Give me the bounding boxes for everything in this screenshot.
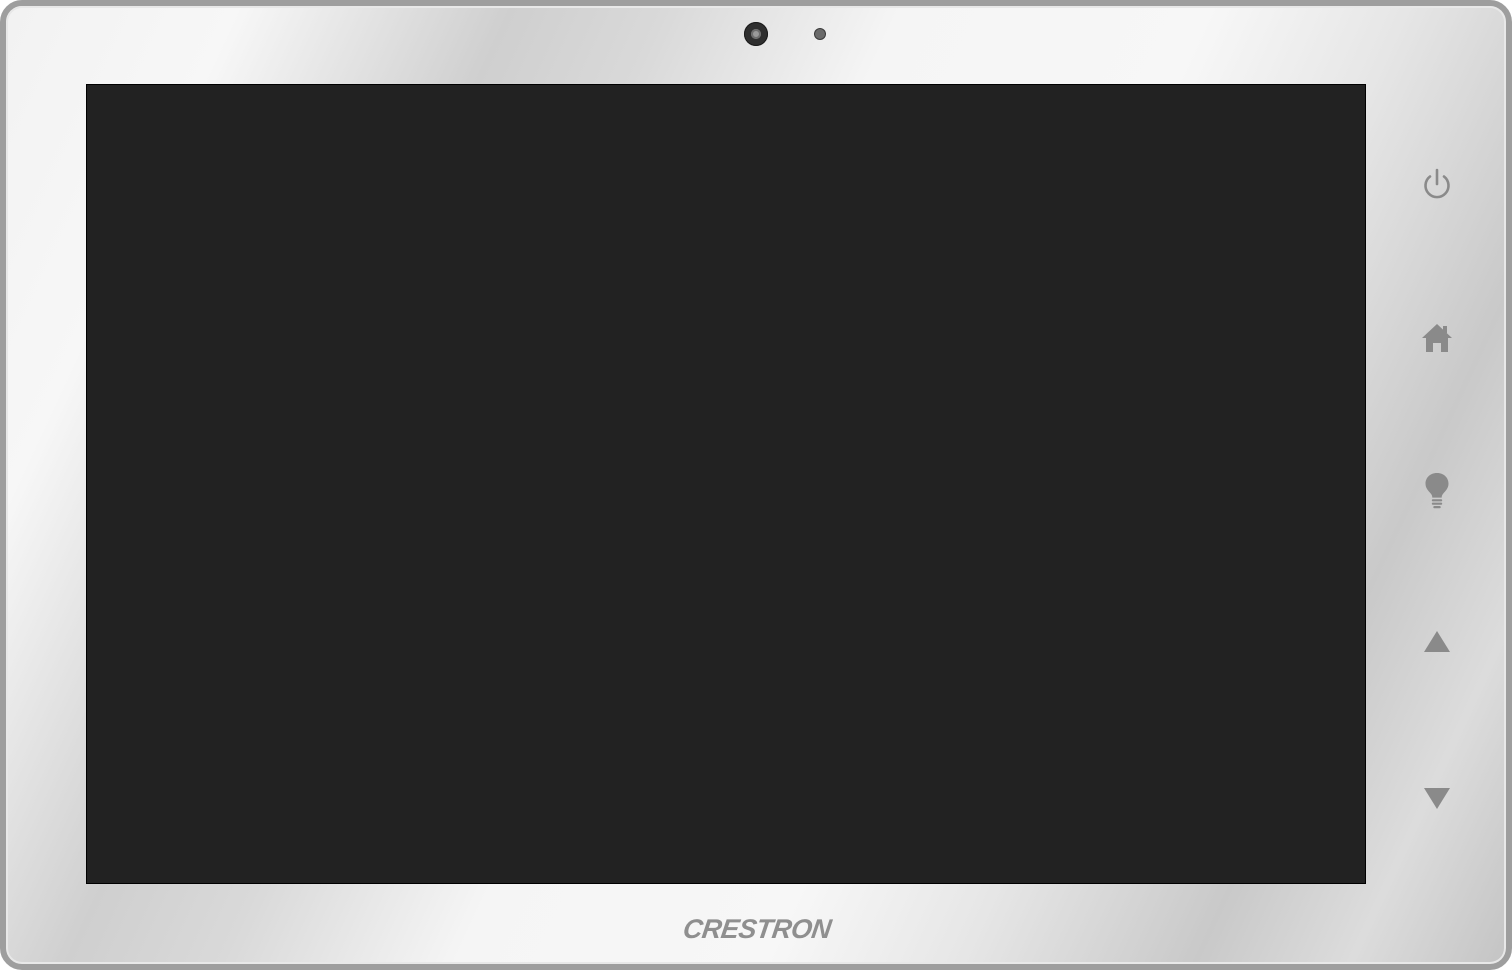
- touch-panel-device: CRESTRON: [0, 0, 1512, 970]
- up-button[interactable]: [1410, 615, 1464, 669]
- triangle-up-icon: [1424, 631, 1450, 652]
- power-icon: [1424, 168, 1450, 199]
- triangle-down-icon: [1424, 788, 1450, 809]
- light-sensor-icon: [815, 29, 825, 39]
- home-button[interactable]: [1410, 311, 1464, 365]
- camera-lens: [751, 29, 761, 39]
- touch-screen[interactable]: [86, 84, 1366, 884]
- light-bulb-icon: [1425, 473, 1449, 509]
- camera-icon: [744, 22, 768, 46]
- power-button[interactable]: [1410, 158, 1464, 212]
- brand-logo: CRESTRON: [681, 913, 833, 944]
- home-icon: [1422, 324, 1452, 352]
- lights-button[interactable]: [1410, 464, 1464, 518]
- side-button-column: [1410, 156, 1464, 816]
- down-button[interactable]: [1410, 771, 1464, 825]
